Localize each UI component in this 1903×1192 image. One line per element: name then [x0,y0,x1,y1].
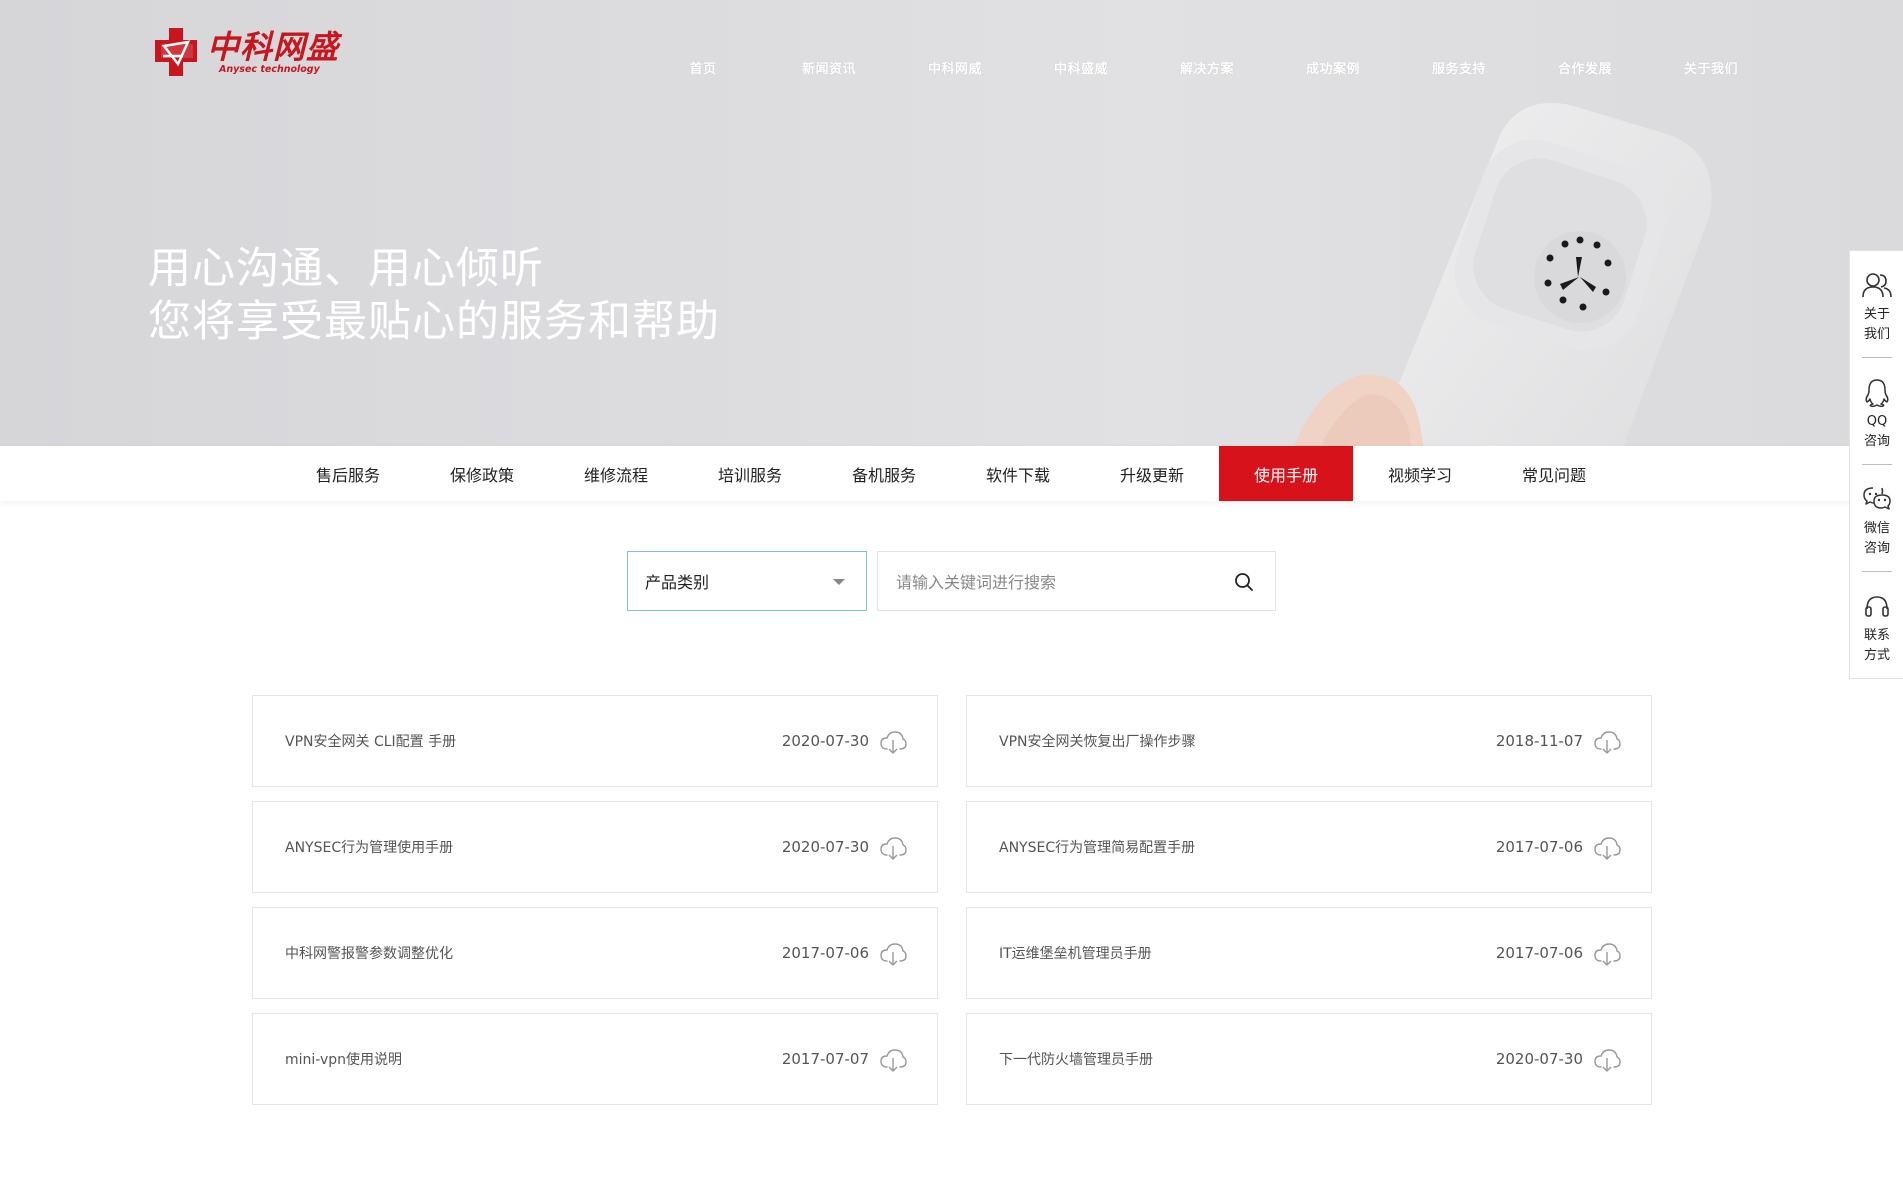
top-nav-about[interactable]: 关于我们 [1648,58,1774,77]
side-float-bar: 关于我们 QQ咨询 微信咨询 联系方式 [1849,250,1903,679]
users-icon [1862,273,1892,298]
subnav-after-sales[interactable]: 售后服务 [281,446,415,501]
subnav-software-download[interactable]: 软件下载 [951,446,1085,501]
manual-date: 2020-07-30 [781,838,869,856]
hero-banner: 中科网盛 Anysec technology 首页 新闻资讯 中科网威 中科盛威… [0,0,1903,446]
subnav-spare-device[interactable]: 备机服务 [817,446,951,501]
search-icon[interactable] [1233,571,1255,593]
manual-title[interactable]: VPN安全网关 CLI配置 手册 [285,731,456,751]
logo-text: 中科网盛 Anysec technology [207,30,339,75]
top-nav-support[interactable]: 服务支持 [1396,58,1522,77]
search-input[interactable] [896,570,1196,594]
manual-list-item[interactable]: 中科网警报警参数调整优化 2017-07-06 [252,907,938,999]
side-qq-label: QQ咨询 [1863,414,1890,449]
service-subnav: 售后服务 保修政策 维修流程 培训服务 备机服务 软件下载 升级更新 使用手册 … [0,446,1903,501]
side-qq-consult[interactable]: QQ咨询 [1850,358,1903,464]
side-contact-label: 联系方式 [1863,628,1890,663]
manual-date: 2020-07-30 [1495,1050,1583,1068]
cloud-download-icon[interactable] [1593,941,1621,967]
side-wechat-consult[interactable]: 微信咨询 [1850,465,1903,571]
wechat-icon [1863,487,1891,510]
manual-list-item[interactable]: ANYSEC行为管理使用手册 2020-07-30 [252,801,938,893]
manual-date: 2017-07-06 [781,944,869,962]
top-nav-zkww[interactable]: 中科网威 [892,58,1018,77]
manual-list: VPN安全网关 CLI配置 手册 2020-07-30 VPN安全网关恢复出厂操作步… [252,695,1652,1105]
cloud-download-icon[interactable] [879,941,907,967]
cloud-download-icon[interactable] [1593,835,1621,861]
side-contact[interactable]: 联系方式 [1850,572,1903,678]
subnav-faq[interactable]: 常见问题 [1487,446,1621,501]
top-nav-cooperation[interactable]: 合作发展 [1522,58,1648,77]
top-nav-zksw[interactable]: 中科盛威 [1018,58,1144,77]
subnav-training[interactable]: 培训服务 [683,446,817,501]
brand-logo[interactable]: 中科网盛 Anysec technology [155,28,339,76]
side-about-us[interactable]: 关于我们 [1850,251,1903,357]
cloud-download-icon[interactable] [1593,729,1621,755]
top-nav-news[interactable]: 新闻资讯 [766,58,892,77]
manual-list-item[interactable]: VPN安全网关 CLI配置 手册 2020-07-30 [252,695,938,787]
cloud-download-icon[interactable] [1593,1047,1621,1073]
headset-icon [1865,596,1889,617]
manual-list-item[interactable]: IT运维堡垒机管理员手册 2017-07-06 [966,907,1652,999]
manual-title[interactable]: ANYSEC行为管理简易配置手册 [999,837,1195,857]
top-nav-solutions[interactable]: 解决方案 [1144,58,1270,77]
product-category-select[interactable]: 产品类别 [627,551,867,611]
subnav-user-manual[interactable]: 使用手册 [1219,446,1353,501]
subnav-warranty-policy[interactable]: 保修政策 [415,446,549,501]
product-category-label: 产品类别 [645,573,710,592]
cloud-download-icon[interactable] [879,1047,907,1073]
manual-list-item[interactable]: 下一代防火墙管理员手册 2020-07-30 [966,1013,1652,1105]
manual-list-item[interactable]: mini-vpn使用说明 2017-07-07 [252,1013,938,1105]
manual-list-item[interactable]: ANYSEC行为管理简易配置手册 2017-07-06 [966,801,1652,893]
top-nav: 首页 新闻资讯 中科网威 中科盛威 解决方案 成功案例 服务支持 合作发展 关于… [640,58,1774,77]
logo-name-cn: 中科网盛 [207,28,340,66]
manual-date: 2020-07-30 [781,732,869,750]
manual-title[interactable]: 中科网警报警参数调整优化 [285,943,453,963]
subnav-repair-process[interactable]: 维修流程 [549,446,683,501]
cloud-download-icon[interactable] [879,729,907,755]
manual-title[interactable]: ANYSEC行为管理使用手册 [285,837,453,857]
manual-title[interactable]: 下一代防火墙管理员手册 [999,1049,1153,1069]
manual-title[interactable]: VPN安全网关恢复出厂操作步骤 [999,731,1196,751]
cloud-download-icon[interactable] [879,835,907,861]
logo-cross-icon [155,28,197,76]
top-nav-cases[interactable]: 成功案例 [1270,58,1396,77]
manual-list-item[interactable]: VPN安全网关恢复出厂操作步骤 2018-11-07 [966,695,1652,787]
manual-date: 2017-07-06 [1495,838,1583,856]
manual-date: 2018-11-07 [1495,732,1583,750]
page: 中科网盛 Anysec technology 首页 新闻资讯 中科网威 中科盛威… [0,0,1903,1192]
side-wechat-label: 微信咨询 [1863,521,1890,556]
hero-subheadline: 您将享受最贴心的服务和帮助 [148,297,720,347]
manual-title[interactable]: mini-vpn使用说明 [285,1049,402,1069]
manual-date: 2017-07-07 [781,1050,869,1068]
top-nav-home[interactable]: 首页 [640,58,766,77]
phone-handset-image [1293,103,1712,446]
qq-icon [1865,379,1889,408]
manual-date: 2017-07-06 [1495,944,1583,962]
subnav-upgrades[interactable]: 升级更新 [1085,446,1219,501]
side-about-us-label: 关于我们 [1863,307,1890,342]
subnav-video-learning[interactable]: 视频学习 [1353,446,1487,501]
manual-title[interactable]: IT运维堡垒机管理员手册 [999,943,1152,963]
caret-down-icon [833,579,845,585]
search-box [877,551,1276,611]
